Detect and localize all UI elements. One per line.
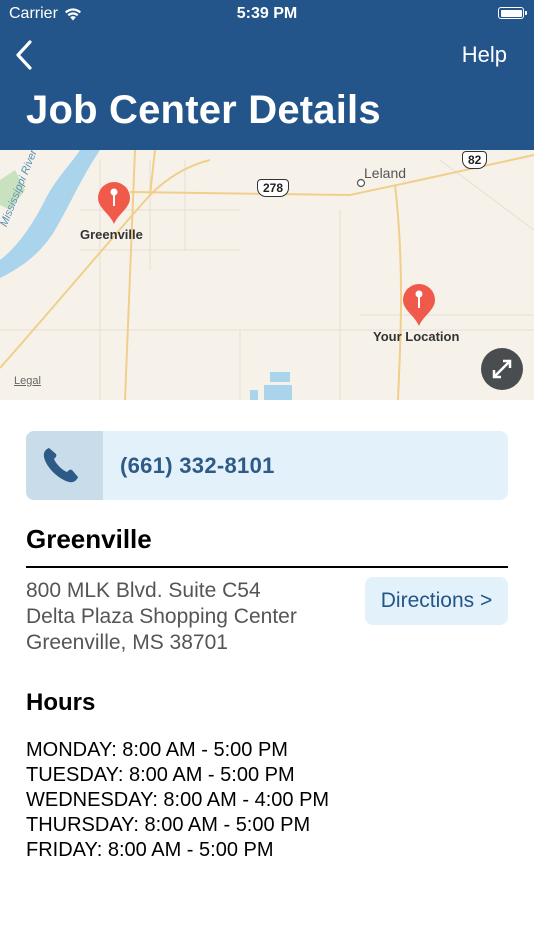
phone-icon-container: [26, 431, 103, 500]
highway-278-shield: 278: [257, 179, 290, 197]
divider: [26, 566, 508, 568]
highway-82-shield: 82: [462, 151, 488, 169]
directions-button[interactable]: Directions >: [365, 577, 508, 625]
your-location-label: Your Location: [373, 329, 460, 344]
status-bar: Carrier 5:39 PM: [0, 0, 534, 28]
your-location-pin-icon[interactable]: [401, 284, 437, 328]
phone-number: (661) 332-8101: [120, 453, 275, 478]
call-phone-button[interactable]: (661) 332-8101: [26, 431, 508, 500]
hours-title: Hours: [26, 689, 96, 716]
page-title: Job Center Details: [26, 88, 381, 132]
greenville-map-label: Greenville: [80, 227, 143, 242]
nav-header: Carrier 5:39 PM Help Job Center Details: [0, 0, 534, 150]
help-button[interactable]: Help: [462, 42, 507, 68]
address-line: Delta Plaza Shopping Center: [26, 605, 297, 628]
hours-list: MONDAY: 8:00 AM - 5:00 PM TUESDAY: 8:00 …: [26, 738, 329, 863]
hours-item: TUESDAY: 8:00 AM - 5:00 PM: [26, 764, 295, 786]
battery-icon: [498, 7, 527, 19]
address-block: 800 MLK Blvd. Suite C54 Delta Plaza Shop…: [26, 578, 297, 656]
phone-icon: [43, 448, 78, 483]
hours-item: MONDAY: 8:00 AM - 5:00 PM: [26, 739, 288, 761]
hours-item: FRIDAY: 8:00 AM - 5:00 PM: [26, 839, 274, 861]
back-button[interactable]: [10, 38, 42, 72]
expand-icon: [492, 359, 512, 379]
chevron-left-icon: [16, 40, 32, 70]
legal-link[interactable]: Legal: [14, 375, 41, 387]
greenville-pin-icon[interactable]: [96, 182, 132, 226]
hours-item: THURSDAY: 8:00 AM - 5:00 PM: [26, 814, 311, 836]
hours-item: WEDNESDAY: 8:00 AM - 4:00 PM: [26, 789, 330, 811]
leland-label: Leland: [364, 165, 407, 181]
expand-map-button[interactable]: [481, 348, 523, 390]
status-time: 5:39 PM: [236, 5, 298, 22]
address-line: Greenville, MS 38701: [26, 631, 228, 654]
map-view[interactable]: Mississippi River 278 82 Leland Greenvil…: [0, 150, 534, 400]
center-name: Greenville: [26, 524, 152, 554]
address-line: 800 MLK Blvd. Suite C54: [26, 579, 261, 602]
